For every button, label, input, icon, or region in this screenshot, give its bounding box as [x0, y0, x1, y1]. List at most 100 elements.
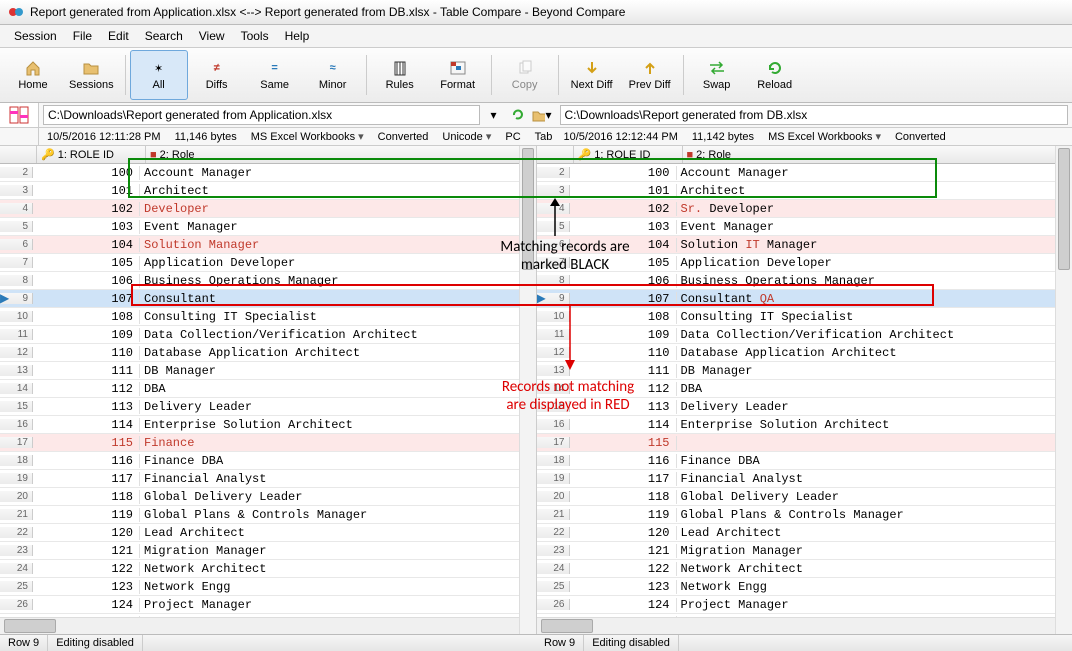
table-row[interactable]: 5103Event Manager	[0, 218, 536, 236]
table-row[interactable]: 13111DB Manager	[0, 362, 536, 380]
table-row[interactable]: 5103Event Manager	[537, 218, 1072, 236]
table-row[interactable]: 18116Finance DBA	[0, 452, 536, 470]
table-row[interactable]: 15113Delivery Leader	[537, 398, 1072, 416]
format-button[interactable]: Format	[429, 50, 487, 100]
table-row[interactable]: 24122Network Architect	[537, 560, 1072, 578]
row-number: 5	[537, 221, 570, 232]
diffs-button[interactable]: ≠Diffs	[188, 50, 246, 100]
table-row[interactable]: 7105Application Developer	[0, 254, 536, 272]
table-row[interactable]: 26124Project Manager	[0, 596, 536, 614]
table-row[interactable]: 15113Delivery Leader	[0, 398, 536, 416]
table-row[interactable]: 13111DB Manager	[537, 362, 1072, 380]
right-grid[interactable]: 2100Account Manager3101Architect4102Sr. …	[537, 164, 1072, 617]
prev-diff-button[interactable]: Prev Diff	[621, 50, 679, 100]
key-icon: 🔑	[578, 148, 592, 161]
table-row[interactable]: 10108Consulting IT Specialist	[0, 308, 536, 326]
row-num-header[interactable]	[537, 146, 574, 163]
table-row[interactable]: 20118Global Delivery Leader	[537, 488, 1072, 506]
left-encoding-dropdown[interactable]: Unicode	[440, 130, 493, 143]
left-workbook-dropdown[interactable]: MS Excel Workbooks	[249, 130, 366, 143]
left-path-input[interactable]	[43, 105, 480, 125]
left-grid[interactable]: 2100Account Manager3101Architect4102Deve…	[0, 164, 536, 617]
table-row[interactable]: 4102Sr. Developer	[537, 200, 1072, 218]
table-row[interactable]: 19117Financial Analyst	[0, 470, 536, 488]
menu-session[interactable]: Session	[6, 27, 65, 45]
col-roleid-header[interactable]: 🔑1: ROLE ID	[574, 146, 683, 163]
menu-tools[interactable]: Tools	[233, 27, 277, 45]
vertical-scrollbar[interactable]	[519, 146, 536, 634]
table-row[interactable]: 25123Network Engg	[0, 578, 536, 596]
sessions-button[interactable]: Sessions	[62, 50, 121, 100]
dropdown-icon[interactable]: ▾	[484, 105, 504, 125]
col-role-header[interactable]: ■2: Role	[683, 146, 1072, 163]
minor-button[interactable]: ≈Minor	[304, 50, 362, 100]
table-row[interactable]: 2100Account Manager	[0, 164, 536, 182]
menu-search[interactable]: Search	[137, 27, 191, 45]
all-button[interactable]: ✶All	[130, 50, 188, 100]
cell-role: Architect	[140, 184, 536, 198]
col-role-header[interactable]: ■2: Role	[146, 146, 536, 163]
table-row[interactable]: 17115Finance	[0, 434, 536, 452]
row-num-header[interactable]	[0, 146, 37, 163]
menu-file[interactable]: File	[65, 27, 100, 45]
right-workbook-dropdown[interactable]: MS Excel Workbooks	[766, 130, 883, 143]
same-button[interactable]: =Same	[246, 50, 304, 100]
table-row[interactable]: 27125QA	[0, 614, 536, 617]
next-diff-button[interactable]: Next Diff	[563, 50, 621, 100]
table-row[interactable]: 21119Global Plans & Controls Manager	[0, 506, 536, 524]
table-row[interactable]: 4102Developer	[0, 200, 536, 218]
table-row[interactable]: 20118Global Delivery Leader	[0, 488, 536, 506]
menu-view[interactable]: View	[191, 27, 233, 45]
left-pane: 🔑1: ROLE ID ■2: Role 2100Account Manager…	[0, 146, 537, 634]
table-row[interactable]: 6104Solution IT Manager	[537, 236, 1072, 254]
home-button[interactable]: Home	[4, 50, 62, 100]
table-row[interactable]: 16114Enterprise Solution Architect	[537, 416, 1072, 434]
table-row[interactable]: 14112DBA	[537, 380, 1072, 398]
table-row[interactable]: 6104Solution Manager	[0, 236, 536, 254]
horizontal-scrollbar[interactable]	[0, 617, 536, 634]
table-row[interactable]: 9107Consultant QA▶	[537, 290, 1072, 308]
menu-help[interactable]: Help	[277, 27, 318, 45]
menu-edit[interactable]: Edit	[100, 27, 137, 45]
right-path-input[interactable]	[560, 105, 1069, 125]
vertical-scrollbar[interactable]	[1055, 146, 1072, 634]
refresh-icon[interactable]	[508, 105, 528, 125]
table-row[interactable]: 3101Architect	[537, 182, 1072, 200]
table-row[interactable]: 19117Financial Analyst	[537, 470, 1072, 488]
browse-icon[interactable]: ▾	[532, 105, 552, 125]
cell-role: Account Manager	[677, 166, 1072, 180]
table-row[interactable]: 23121Migration Manager	[0, 542, 536, 560]
table-row[interactable]: 17115	[537, 434, 1072, 452]
table-row[interactable]: 8106Business Operations Manager	[0, 272, 536, 290]
table-row[interactable]: 10108Consulting IT Specialist	[537, 308, 1072, 326]
table-row[interactable]: 23121Migration Manager	[537, 542, 1072, 560]
cell-role: Consultant QA	[677, 292, 1072, 306]
reload-button[interactable]: Reload	[746, 50, 804, 100]
table-row[interactable]: 3101Architect	[0, 182, 536, 200]
table-row[interactable]: 11109Data Collection/Verification Archit…	[537, 326, 1072, 344]
table-row[interactable]: 8106Business Operations Manager	[537, 272, 1072, 290]
cell-roleid: 113	[33, 400, 140, 414]
table-row[interactable]: 27125QA	[537, 614, 1072, 617]
table-row[interactable]: 25123Network Engg	[537, 578, 1072, 596]
table-row[interactable]: 14112DBA	[0, 380, 536, 398]
table-row[interactable]: 12110Database Application Architect	[0, 344, 536, 362]
table-row[interactable]: 22120Lead Architect	[537, 524, 1072, 542]
table-row[interactable]: 11109Data Collection/Verification Archit…	[0, 326, 536, 344]
table-row[interactable]: 2100Account Manager	[537, 164, 1072, 182]
col-roleid-header[interactable]: 🔑1: ROLE ID	[37, 146, 146, 163]
table-row[interactable]: 24122Network Architect	[0, 560, 536, 578]
swap-button[interactable]: Swap	[688, 50, 746, 100]
table-row[interactable]: 16114Enterprise Solution Architect	[0, 416, 536, 434]
table-row[interactable]: 9107Consultant▶	[0, 290, 536, 308]
table-row[interactable]: 22120Lead Architect	[0, 524, 536, 542]
table-row[interactable]: 12110Database Application Architect	[537, 344, 1072, 362]
table-row[interactable]: 18116Finance DBA	[537, 452, 1072, 470]
rules-button[interactable]: Rules	[371, 50, 429, 100]
cell-role: Network Architect	[140, 562, 536, 576]
horizontal-scrollbar[interactable]	[537, 617, 1072, 634]
table-row[interactable]: 7105Application Developer	[537, 254, 1072, 272]
table-row[interactable]: 26124Project Manager	[537, 596, 1072, 614]
cell-role: Migration Manager	[677, 544, 1072, 558]
table-row[interactable]: 21119Global Plans & Controls Manager	[537, 506, 1072, 524]
